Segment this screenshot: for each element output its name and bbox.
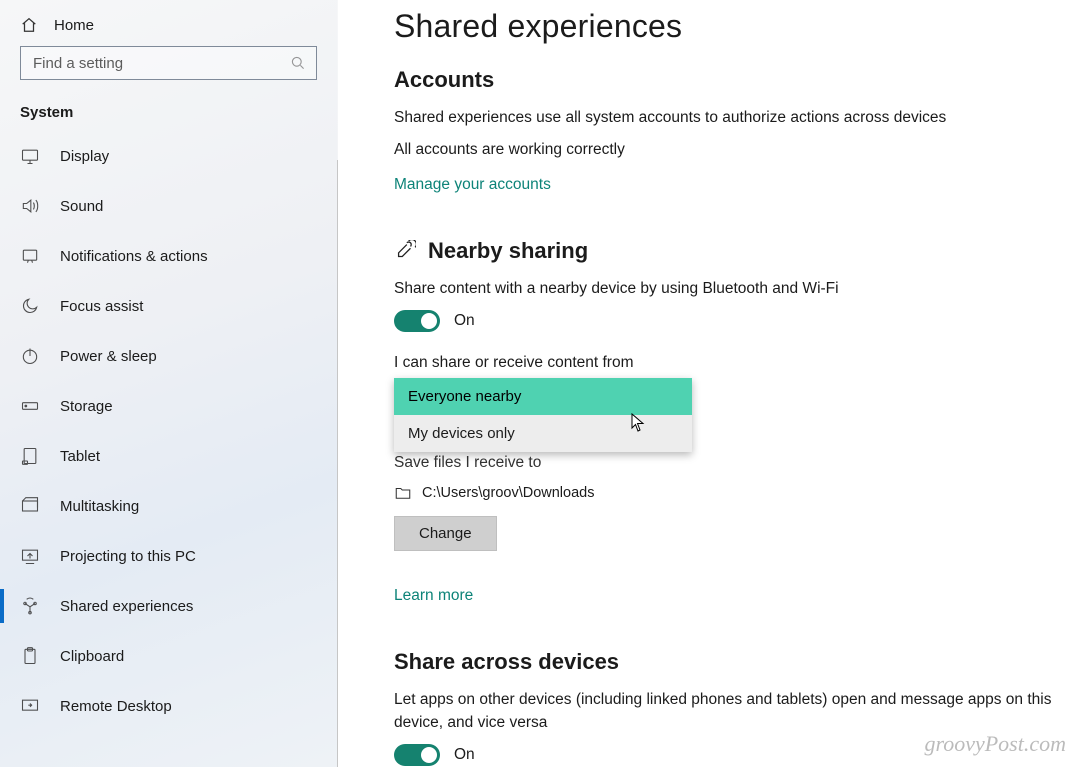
nearby-toggle-state: On xyxy=(454,312,475,330)
sidebar-section-label: System xyxy=(0,100,337,131)
sidebar-item-label: Multitasking xyxy=(60,498,139,515)
save-path-value: C:\Users\groov\Downloads xyxy=(422,485,594,501)
sidebar-item-shared-experiences[interactable]: Shared experiences xyxy=(0,581,337,631)
folder-icon xyxy=(394,484,412,502)
focus-assist-icon xyxy=(20,296,40,316)
sidebar-item-focus-assist[interactable]: Focus assist xyxy=(0,281,337,331)
tablet-icon xyxy=(20,446,40,466)
share-across-toggle[interactable] xyxy=(394,744,440,766)
sidebar-nav-list: Display Sound Notifications & actions Fo… xyxy=(0,131,337,731)
projecting-icon xyxy=(20,546,40,566)
change-button[interactable]: Change xyxy=(394,516,497,551)
sidebar-item-projecting[interactable]: Projecting to this PC xyxy=(0,531,337,581)
save-path-row: C:\Users\groov\Downloads xyxy=(394,484,1054,502)
sidebar-item-label: Clipboard xyxy=(60,648,124,665)
accounts-status: All accounts are working correctly xyxy=(394,139,1054,161)
sound-icon xyxy=(20,196,40,216)
nearby-sharing-heading: Nearby sharing xyxy=(394,238,1054,264)
sidebar-item-clipboard[interactable]: Clipboard xyxy=(0,631,337,681)
sidebar-item-label: Shared experiences xyxy=(60,598,193,615)
home-nav[interactable]: Home xyxy=(0,8,337,46)
sidebar-item-label: Projecting to this PC xyxy=(60,548,196,565)
sidebar-item-label: Focus assist xyxy=(60,298,143,315)
notifications-icon xyxy=(20,246,40,266)
sidebar-item-sound[interactable]: Sound xyxy=(0,181,337,231)
display-icon xyxy=(20,146,40,166)
settings-sidebar: Home System Display Sound xyxy=(0,0,338,767)
sidebar-item-multitasking[interactable]: Multitasking xyxy=(0,481,337,531)
learn-more-link[interactable]: Learn more xyxy=(394,587,473,605)
share-across-heading: Share across devices xyxy=(394,649,1054,675)
search-icon xyxy=(290,55,306,71)
share-across-toggle-state: On xyxy=(454,746,475,764)
search-input[interactable] xyxy=(31,54,279,73)
main-content: Shared experiences Accounts Shared exper… xyxy=(338,0,1080,767)
sidebar-item-label: Power & sleep xyxy=(60,348,157,365)
sidebar-item-label: Sound xyxy=(60,198,103,215)
sidebar-item-display[interactable]: Display xyxy=(0,131,337,181)
accounts-description: Shared experiences use all system accoun… xyxy=(394,107,1054,129)
share-from-label: I can share or receive content from xyxy=(394,354,1054,372)
search-box[interactable] xyxy=(20,46,317,80)
accounts-heading: Accounts xyxy=(394,67,1054,93)
sidebar-item-label: Remote Desktop xyxy=(60,698,172,715)
save-to-label: Save files I receive to xyxy=(394,454,1054,472)
multitasking-icon xyxy=(20,496,40,516)
sidebar-item-notifications[interactable]: Notifications & actions xyxy=(0,231,337,281)
nearby-sharing-toggle[interactable] xyxy=(394,310,440,332)
nearby-sharing-icon xyxy=(394,240,416,262)
sidebar-item-label: Storage xyxy=(60,398,113,415)
shared-experiences-icon xyxy=(20,596,40,616)
sidebar-item-power-sleep[interactable]: Power & sleep xyxy=(0,331,337,381)
sidebar-item-remote-desktop[interactable]: Remote Desktop xyxy=(0,681,337,731)
nearby-sharing-heading-text: Nearby sharing xyxy=(428,238,588,264)
home-label: Home xyxy=(54,17,94,34)
sidebar-item-label: Display xyxy=(60,148,109,165)
power-icon xyxy=(20,346,40,366)
sidebar-item-tablet[interactable]: Tablet xyxy=(0,431,337,481)
storage-icon xyxy=(20,396,40,416)
page-title: Shared experiences xyxy=(394,8,1054,45)
share-from-dropdown[interactable]: Everyone nearby My devices only xyxy=(394,378,692,452)
nearby-description: Share content with a nearby device by us… xyxy=(394,278,1054,300)
dropdown-option-my-devices[interactable]: My devices only xyxy=(394,415,692,452)
dropdown-option-everyone[interactable]: Everyone nearby xyxy=(394,378,692,415)
share-across-description: Let apps on other devices (including lin… xyxy=(394,689,1054,734)
sidebar-item-storage[interactable]: Storage xyxy=(0,381,337,431)
sidebar-item-label: Notifications & actions xyxy=(60,248,208,265)
manage-accounts-link[interactable]: Manage your accounts xyxy=(394,176,551,194)
remote-desktop-icon xyxy=(20,696,40,716)
sidebar-item-label: Tablet xyxy=(60,448,100,465)
home-icon xyxy=(20,16,38,34)
clipboard-icon xyxy=(20,646,40,666)
